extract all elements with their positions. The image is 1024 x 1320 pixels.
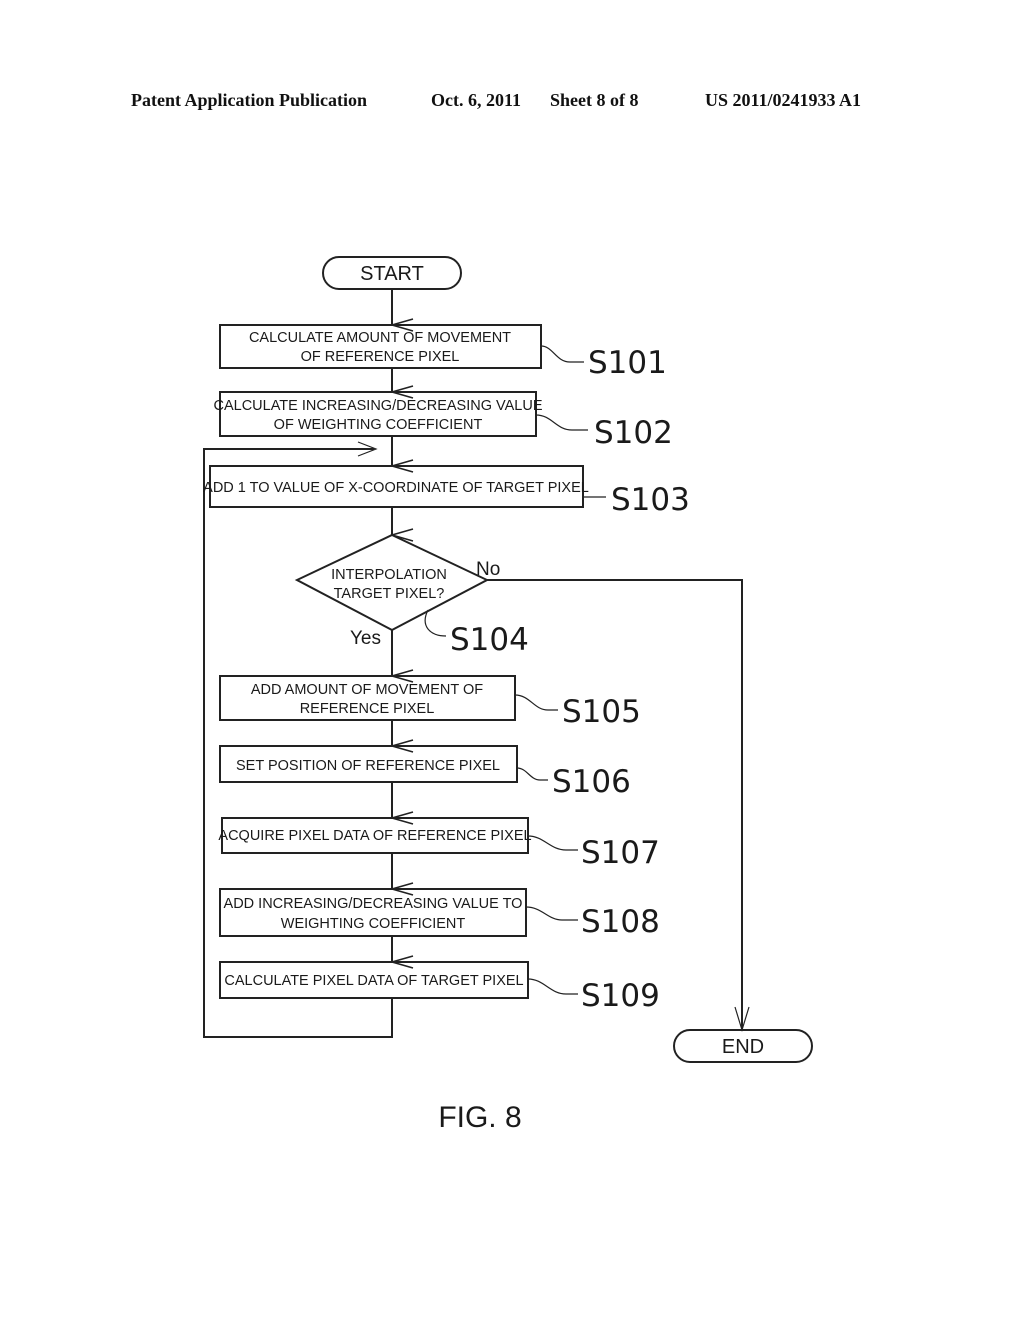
- step-label-s105: S105: [562, 694, 641, 730]
- svg-text:OF REFERENCE PIXEL: OF REFERENCE PIXEL: [301, 349, 460, 365]
- yes-label: Yes: [350, 628, 381, 649]
- svg-text:OF WEIGHTING COEFFICIENT: OF WEIGHTING COEFFICIENT: [274, 417, 483, 433]
- step-s104-decision: INTERPOLATION TARGET PIXEL? S104 No Yes: [294, 533, 529, 658]
- step-s101: CALCULATE AMOUNT OF MOVEMENT OF REFERENC…: [219, 324, 667, 381]
- loop-back-connector: [203, 448, 393, 1038]
- svg-text:ADD 1 TO VALUE OF X-COORDINAT: ADD 1 TO VALUE OF X-COORDINATE OF TARGET…: [203, 480, 589, 496]
- step-label-s108: S108: [581, 904, 660, 940]
- step-label-s103: S103: [611, 482, 690, 518]
- step-label-s109: S109: [581, 978, 660, 1014]
- start-terminal: START: [322, 256, 462, 290]
- start-label: START: [360, 263, 424, 285]
- step-s109: CALCULATE PIXEL DATA OF TARGET PIXEL S10…: [219, 961, 660, 1014]
- svg-text:CALCULATE AMOUNT OF MOVEMENT: CALCULATE AMOUNT OF MOVEMENT: [249, 330, 511, 346]
- end-label: END: [722, 1036, 764, 1058]
- svg-text:REFERENCE PIXEL: REFERENCE PIXEL: [300, 701, 435, 717]
- step-s103: ADD 1 TO VALUE OF X-COORDINATE OF TARGET…: [203, 465, 690, 518]
- svg-text:ADD AMOUNT OF MOVEMENT OF: ADD AMOUNT OF MOVEMENT OF: [251, 682, 483, 698]
- svg-text:SET POSITION OF REFERENCE PIXE: SET POSITION OF REFERENCE PIXEL: [236, 758, 500, 774]
- figure-label: FIG. 8: [438, 1101, 521, 1134]
- svg-text:INTERPOLATION: INTERPOLATION: [331, 567, 447, 583]
- svg-text:ACQUIRE PIXEL DATA OF REFERENC: ACQUIRE PIXEL DATA OF REFERENCE PIXEL: [218, 828, 531, 844]
- step-s107: ACQUIRE PIXEL DATA OF REFERENCE PIXEL S1…: [218, 817, 660, 871]
- svg-text:ADD INCREASING/DECREASING VALU: ADD INCREASING/DECREASING VALUE TO: [224, 896, 523, 912]
- step-s102: CALCULATE INCREASING/DECREASING VALUE OF…: [213, 391, 673, 451]
- step-s108: ADD INCREASING/DECREASING VALUE TO WEIGH…: [219, 888, 660, 940]
- step-s105: ADD AMOUNT OF MOVEMENT OF REFERENCE PIXE…: [219, 675, 641, 730]
- flowchart-diagram: START CALCULATE AMOUNT OF MOVEMENT OF RE…: [203, 256, 813, 1134]
- step-label-s107: S107: [581, 835, 660, 871]
- step-label-s102: S102: [594, 415, 673, 451]
- step-label-s106: S106: [552, 764, 631, 800]
- svg-text:WEIGHTING COEFFICIENT: WEIGHTING COEFFICIENT: [281, 916, 466, 932]
- step-s106: SET POSITION OF REFERENCE PIXEL S106: [219, 745, 631, 800]
- svg-text:CALCULATE PIXEL DATA OF TARGET: CALCULATE PIXEL DATA OF TARGET PIXEL: [224, 973, 523, 989]
- svg-text:TARGET PIXEL?: TARGET PIXEL?: [334, 586, 445, 602]
- end-terminal: END: [673, 1029, 813, 1063]
- step-label-s101: S101: [588, 345, 667, 381]
- no-label: No: [476, 559, 500, 580]
- step-label-s104: S104: [450, 622, 529, 658]
- svg-text:CALCULATE INCREASING/DECREASIN: CALCULATE INCREASING/DECREASING VALUE: [213, 398, 542, 414]
